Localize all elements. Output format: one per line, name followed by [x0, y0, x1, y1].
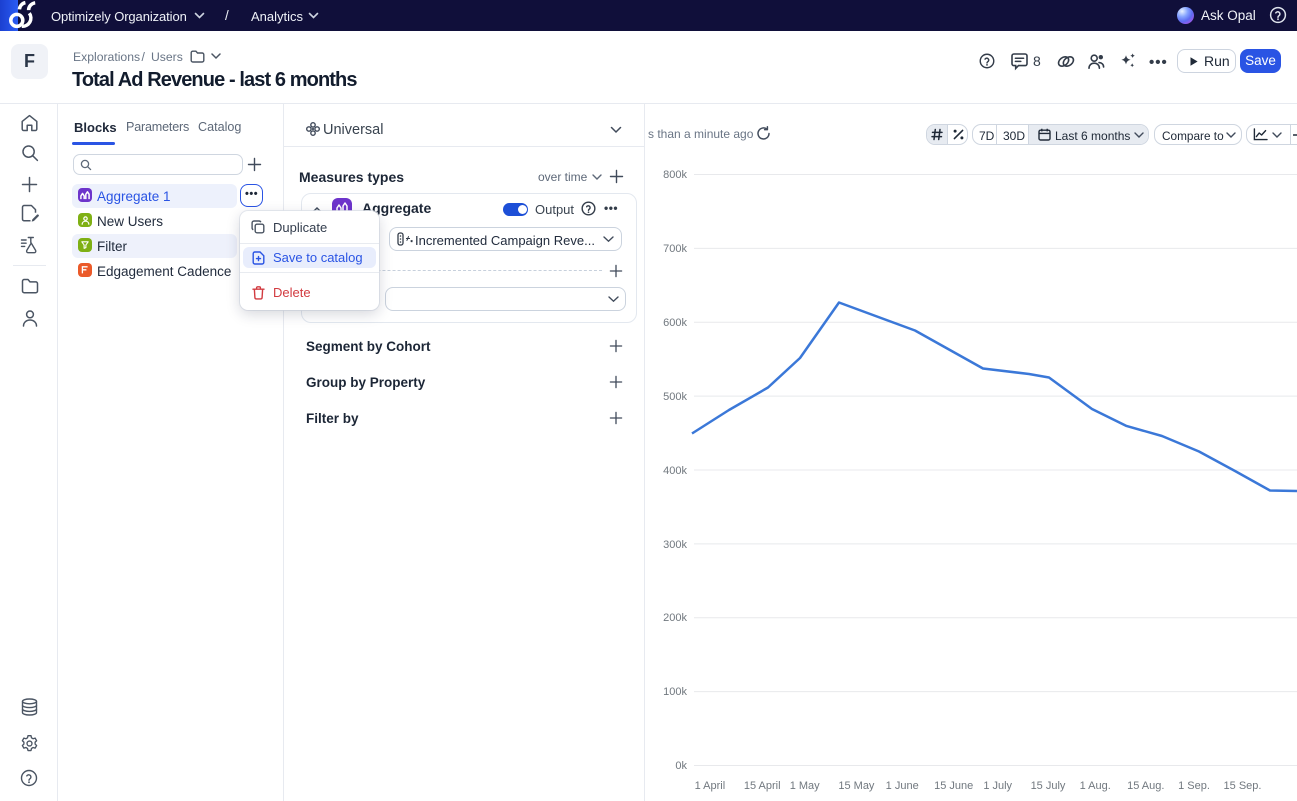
svg-text:15 Aug.: 15 Aug.	[1127, 780, 1164, 792]
svg-text:200k: 200k	[663, 612, 687, 624]
svg-text:15 April: 15 April	[744, 780, 781, 792]
svg-text:100k: 100k	[663, 686, 687, 698]
svg-text:1 April: 1 April	[695, 780, 726, 792]
svg-text:1 July: 1 July	[983, 780, 1012, 792]
svg-text:1 Aug.: 1 Aug.	[1080, 780, 1111, 792]
svg-text:1 Sep.: 1 Sep.	[1178, 780, 1210, 792]
svg-text:400k: 400k	[663, 465, 687, 477]
svg-text:15 July: 15 July	[1031, 780, 1066, 792]
svg-text:1 May: 1 May	[790, 780, 820, 792]
svg-text:700k: 700k	[663, 243, 687, 255]
svg-text:15 Sep.: 15 Sep.	[1224, 780, 1262, 792]
svg-text:15 May: 15 May	[838, 780, 875, 792]
svg-text:1 June: 1 June	[886, 780, 919, 792]
svg-text:0k: 0k	[675, 760, 687, 772]
svg-text:300k: 300k	[663, 539, 687, 551]
svg-text:600k: 600k	[663, 317, 687, 329]
svg-text:500k: 500k	[663, 391, 687, 403]
svg-text:800k: 800k	[663, 169, 687, 181]
svg-text:15 June: 15 June	[934, 780, 973, 792]
